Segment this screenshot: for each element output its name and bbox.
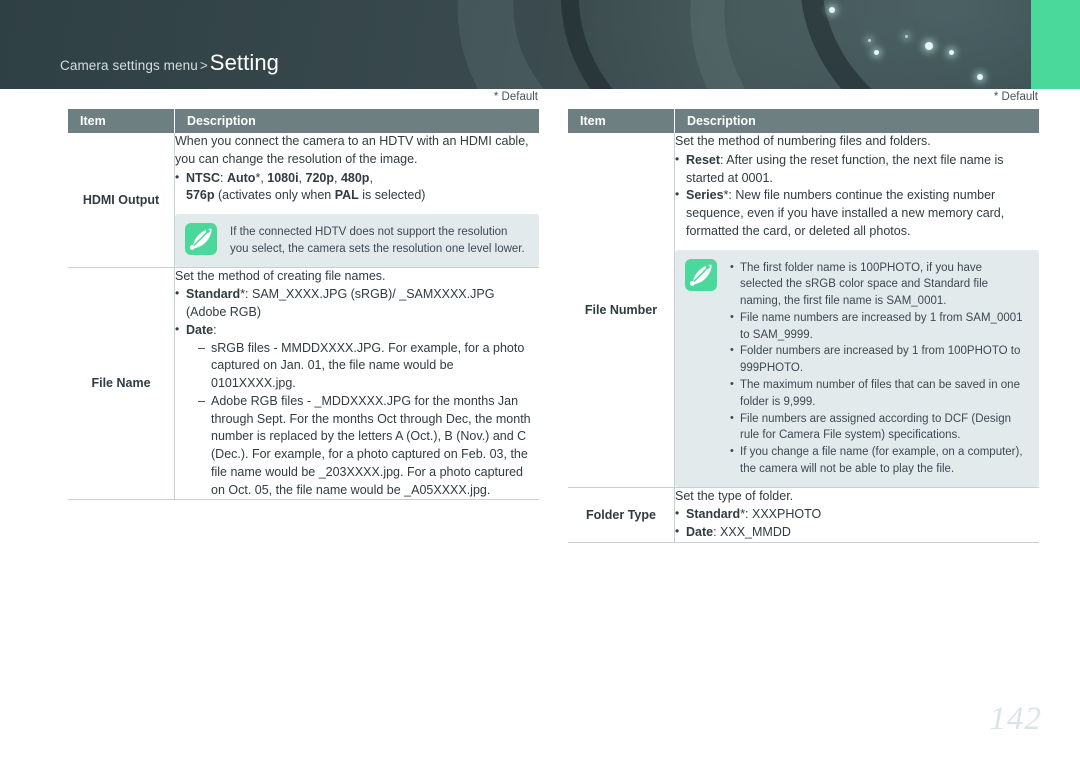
quill-pen-icon [185,223,217,255]
note-callout: If the connected HDTV does not support t… [175,214,539,267]
breadcrumb-prefix: Camera settings menu [60,58,198,73]
page-title: Setting [209,50,279,75]
list-item: Series*: New file numbers continue the e… [675,186,1039,240]
row-item-label: Folder Type [568,487,675,543]
list-item: Date: sRGB files - MMDDXXXX.JPG. For exa… [175,321,539,500]
banner-sparkle-icon [905,35,908,38]
settings-table-right: Item Description File Number Set the met… [568,109,1039,543]
row-description: When you connect the camera to an HDTV w… [174,133,539,268]
description-lead: Set the method of creating file names. [175,268,386,283]
breadcrumb-separator: > [199,58,208,73]
banner-sparkle-icon [925,42,933,50]
list-item: Standard*: SAM_XXXX.JPG (sRGB)/ _SAMXXXX… [175,285,539,322]
description-bullet-list: Standard*: SAM_XXXX.JPG (sRGB)/ _SAMXXXX… [175,285,539,500]
description-bullet-list: Standard*: XXXPHOTO Date: XXX_MMDD [675,505,1039,542]
table-row: Folder Type Set the type of folder. Stan… [568,487,1039,543]
row-item-label: File Name [68,267,175,501]
banner-sparkle-icon [868,39,871,42]
list-item: Standard*: XXXPHOTO [675,505,1039,524]
list-item: If you change a file name (for example, … [730,443,1027,478]
note-bullet-list: The first folder name is 100PHOTO, if yo… [730,258,1027,478]
column-header-description: Description [674,109,1039,133]
default-marker-right: * Default [993,91,1038,103]
header-accent-bar [1031,0,1080,89]
note-text: If the connected HDTV does not support t… [230,226,525,255]
list-item: File numbers are assigned according to D… [730,410,1027,445]
table-header-row: Item Description [568,109,1039,133]
banner-sparkle-icon [977,74,983,80]
column-header-item: Item [568,109,675,133]
row-description: Set the method of creating file names. S… [174,267,539,501]
description-lead: When you connect the camera to an HDTV w… [175,134,529,166]
list-item: The maximum number of files that can be … [730,376,1027,411]
list-item: NTSC: Auto*, 1080i, 720p, 480p,576p (act… [175,169,539,206]
row-description: Set the type of folder. Standard*: XXXPH… [674,487,1039,543]
page-number: 142 [989,701,1042,737]
row-item-label: File Number [568,133,675,488]
list-item: The first folder name is 100PHOTO, if yo… [730,258,1027,310]
description-sub-list: sRGB files - MMDDXXXX.JPG. For example, … [186,340,539,500]
quill-pen-icon [685,258,717,291]
row-description: Set the method of numbering files and fo… [674,133,1039,488]
default-marker-left: * Default [493,91,538,103]
page-content: * Default Item Description HDMI Output W… [0,89,1080,765]
description-bullet-list: Reset: After using the reset function, t… [675,151,1039,241]
description-lead: Set the type of folder. [675,488,794,503]
list-item: Date: XXX_MMDD [675,523,1039,542]
note-text: The first folder name is 100PHOTO, if yo… [730,258,1027,478]
banner-sparkle-icon [949,50,954,55]
table-row: HDMI Output When you connect the camera … [68,133,539,268]
right-column: * Default Item Description File Number S… [568,89,1039,543]
list-item: Folder numbers are increased by 1 from 1… [730,342,1027,377]
column-header-description: Description [174,109,539,133]
list-item: File name numbers are increased by 1 fro… [730,309,1027,344]
banner-sparkle-icon [829,7,835,13]
list-item: Reset: After using the reset function, t… [675,151,1039,188]
table-row: File Number Set the method of numbering … [568,133,1039,488]
table-row: File Name Set the method of creating fil… [68,267,539,501]
left-column: * Default Item Description HDMI Output W… [68,89,539,501]
list-item: Adobe RGB files - _MDDXXXX.JPG for the m… [198,393,539,500]
banner-sparkle-icon [874,50,879,55]
description-bullet-list: NTSC: Auto*, 1080i, 720p, 480p,576p (act… [175,169,539,206]
list-item: sRGB files - MMDDXXXX.JPG. For example, … [198,340,539,393]
settings-table-left: Item Description HDMI Output When you co… [68,109,539,501]
breadcrumb: Camera settings menu >Setting [60,50,279,76]
row-item-label: HDMI Output [68,133,175,268]
note-callout: The first folder name is 100PHOTO, if yo… [675,249,1039,487]
page-header-banner: Camera settings menu >Setting [0,0,1080,89]
column-header-item: Item [68,109,175,133]
description-lead: Set the method of numbering files and fo… [675,134,931,148]
table-header-row: Item Description [68,109,539,133]
